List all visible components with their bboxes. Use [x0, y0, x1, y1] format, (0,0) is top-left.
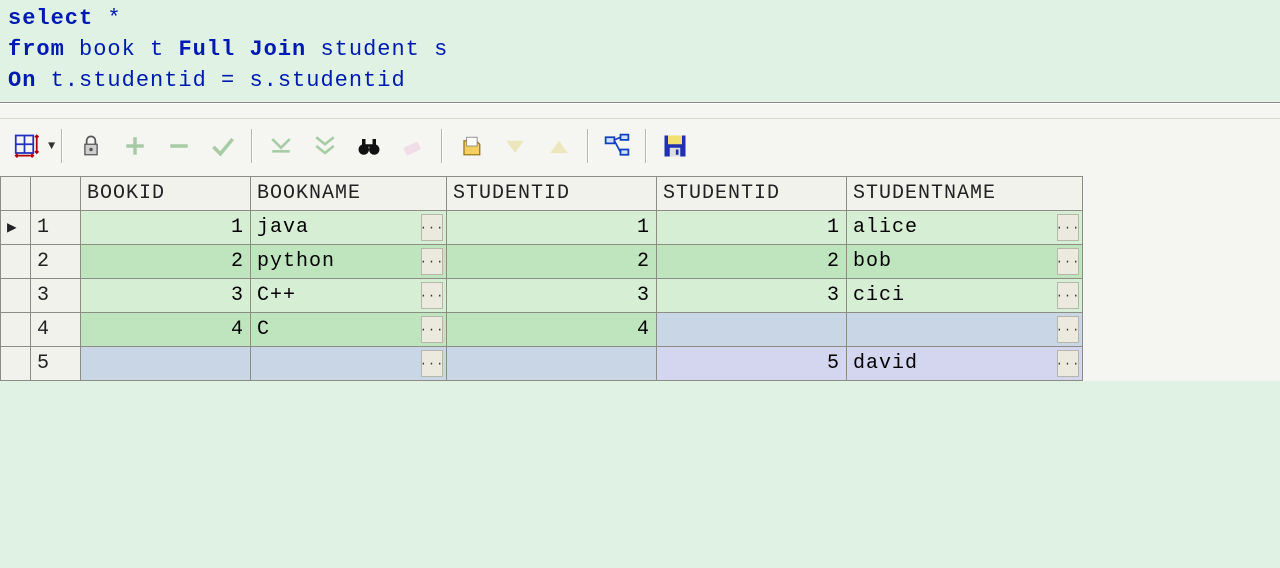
- cell-editor-button[interactable]: ···: [421, 214, 443, 241]
- fetch-all-icon[interactable]: [303, 126, 347, 166]
- cell-sname[interactable]: david···: [847, 347, 1083, 381]
- cell-bookname[interactable]: python···: [251, 245, 447, 279]
- row-number: 2: [31, 245, 81, 279]
- cell-bookid[interactable]: 4: [81, 313, 251, 347]
- cell-bookname[interactable]: ···: [251, 347, 447, 381]
- rownum-header: [31, 177, 81, 211]
- cell-bookname[interactable]: java···: [251, 211, 447, 245]
- results-toolbar: ▼: [0, 118, 1280, 172]
- cell-editor-button[interactable]: ···: [1057, 282, 1079, 309]
- eraser-icon[interactable]: [391, 126, 435, 166]
- cell-sname[interactable]: alice···: [847, 211, 1083, 245]
- triangle-up-icon[interactable]: [537, 126, 581, 166]
- delete-row-icon[interactable]: [157, 126, 201, 166]
- cell-sname[interactable]: cici···: [847, 279, 1083, 313]
- table-row[interactable]: ▶11java···11alice···: [1, 211, 1083, 245]
- row-number: 4: [31, 313, 81, 347]
- cell-sid2[interactable]: [657, 313, 847, 347]
- cell-sid1[interactable]: 3: [447, 279, 657, 313]
- cell-sid2[interactable]: 3: [657, 279, 847, 313]
- table-row[interactable]: 33C++···33cici···: [1, 279, 1083, 313]
- cell-editor-button[interactable]: ···: [1057, 350, 1079, 377]
- corner-cell: [1, 177, 31, 211]
- cell-editor-button[interactable]: ···: [421, 248, 443, 275]
- lock-icon[interactable]: [69, 126, 113, 166]
- cell-bookname[interactable]: C++···: [251, 279, 447, 313]
- results-grid[interactable]: BOOKID BOOKNAME STUDENTID STUDENTID STUD…: [0, 172, 1280, 381]
- cell-editor-button[interactable]: ···: [421, 282, 443, 309]
- cell-editor-button[interactable]: ···: [421, 350, 443, 377]
- cell-bookname[interactable]: C···: [251, 313, 447, 347]
- cell-sid2[interactable]: 1: [657, 211, 847, 245]
- triangle-down-icon[interactable]: [493, 126, 537, 166]
- col-header-studentid1[interactable]: STUDENTID: [447, 177, 657, 211]
- row-marker: [1, 245, 31, 279]
- commit-icon[interactable]: [201, 126, 245, 166]
- row-marker: ▶: [1, 211, 31, 245]
- sql-editor[interactable]: select * from book t Full Join student s…: [0, 0, 1280, 102]
- cell-sid1[interactable]: 2: [447, 245, 657, 279]
- cell-editor-button[interactable]: ···: [1057, 214, 1079, 241]
- cell-sid1[interactable]: 4: [447, 313, 657, 347]
- cell-bookid[interactable]: [81, 347, 251, 381]
- cell-bookid[interactable]: 3: [81, 279, 251, 313]
- cell-editor-button[interactable]: ···: [1057, 248, 1079, 275]
- cell-editor-button[interactable]: ···: [421, 316, 443, 343]
- chevron-down-icon[interactable]: ▼: [48, 139, 55, 153]
- col-header-bookname[interactable]: BOOKNAME: [251, 177, 447, 211]
- row-number: 3: [31, 279, 81, 313]
- col-header-bookid[interactable]: BOOKID: [81, 177, 251, 211]
- add-row-icon[interactable]: [113, 126, 157, 166]
- export-icon[interactable]: [449, 126, 493, 166]
- row-marker: [1, 347, 31, 381]
- grid-options-icon[interactable]: [6, 126, 50, 166]
- cell-sid2[interactable]: 5: [657, 347, 847, 381]
- col-header-studentid2[interactable]: STUDENTID: [657, 177, 847, 211]
- row-marker: [1, 279, 31, 313]
- cell-bookid[interactable]: 2: [81, 245, 251, 279]
- row-marker: [1, 313, 31, 347]
- cell-sid1[interactable]: 1: [447, 211, 657, 245]
- save-icon[interactable]: [653, 126, 697, 166]
- cell-sname[interactable]: bob···: [847, 245, 1083, 279]
- table-row[interactable]: 5···5david···: [1, 347, 1083, 381]
- row-number: 1: [31, 211, 81, 245]
- table-row[interactable]: 44C···4···: [1, 313, 1083, 347]
- fetch-page-icon[interactable]: [259, 126, 303, 166]
- cell-sid1[interactable]: [447, 347, 657, 381]
- query-designer-icon[interactable]: [595, 126, 639, 166]
- binoculars-icon[interactable]: [347, 126, 391, 166]
- table-row[interactable]: 22python···22bob···: [1, 245, 1083, 279]
- header-row: BOOKID BOOKNAME STUDENTID STUDENTID STUD…: [1, 177, 1083, 211]
- cell-editor-button[interactable]: ···: [1057, 316, 1079, 343]
- col-header-studentname[interactable]: STUDENTNAME: [847, 177, 1083, 211]
- cell-bookid[interactable]: 1: [81, 211, 251, 245]
- cell-sid2[interactable]: 2: [657, 245, 847, 279]
- cell-sname[interactable]: ···: [847, 313, 1083, 347]
- row-number: 5: [31, 347, 81, 381]
